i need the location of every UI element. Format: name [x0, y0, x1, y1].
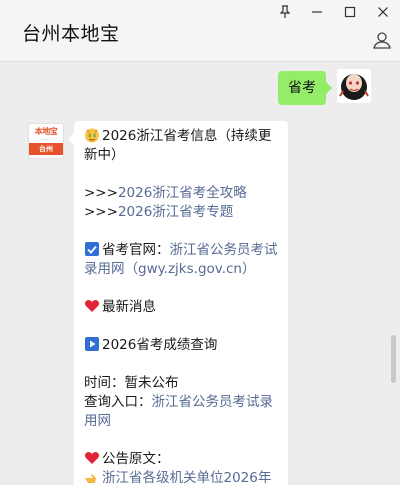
play-button-icon: [85, 337, 99, 351]
notice-link[interactable]: 浙江省各级机关单位2026年: [102, 470, 271, 485]
link-line-2: >>>2026浙江省考专题: [84, 203, 278, 222]
title-bar: 台州本地宝: [0, 0, 400, 62]
notice-line: 公告原文：: [84, 450, 278, 469]
my-message-text: 省考: [288, 80, 316, 96]
close-button[interactable]: [369, 2, 397, 22]
chat-area: 省考 本地宝 ····· 台州 $ $ 2026浙江省考信息（持续更新中） >>…: [0, 63, 400, 485]
official-label: 省考官网：: [102, 242, 170, 258]
entry-label: 查询入口：: [84, 394, 152, 410]
bot-avatar-logo: 本地宝: [34, 127, 58, 136]
heart-icon: [84, 299, 100, 312]
check-box-icon: [85, 242, 99, 256]
bot-message-bubble: $ $ 2026浙江省考信息（持续更新中） >>>2026浙江省考全攻略 >>>…: [68, 121, 288, 485]
time-line: 时间：暂未公布: [84, 375, 179, 391]
notice-link-line: 浙江省各级机关单位2026年: [84, 469, 278, 485]
link-prefix: >>>: [84, 204, 118, 220]
svg-text:$: $: [93, 133, 96, 139]
guide-link[interactable]: 2026浙江省考全攻略: [118, 185, 247, 201]
link-prefix: >>>: [84, 185, 118, 201]
maximize-icon: [344, 6, 356, 18]
notice-label: 公告原文：: [102, 451, 170, 467]
bot-avatar[interactable]: 本地宝 ····· 台州: [28, 123, 64, 159]
close-icon: [378, 7, 388, 17]
pin-icon: [279, 5, 291, 18]
minimize-icon: [312, 11, 322, 13]
heading-line: $ $ 2026浙江省考信息（持续更新中）: [84, 127, 278, 165]
pointing-hand-icon: [85, 474, 96, 483]
svg-text:$: $: [88, 133, 91, 139]
maximize-button[interactable]: [336, 2, 364, 22]
pin-button[interactable]: [271, 2, 299, 22]
profile-icon[interactable]: [372, 30, 392, 50]
official-site-line: 省考官网：浙江省公务员考试录用网（gwy.zjks.gov.cn）: [84, 241, 278, 279]
avatar-image: [337, 69, 371, 103]
heading-text: 2026浙江省考信息（持续更新中）: [84, 128, 272, 163]
my-avatar[interactable]: [337, 69, 371, 103]
minimize-button[interactable]: [303, 2, 331, 22]
latest-news-text: 最新消息: [102, 299, 156, 315]
bot-avatar-subtext: ·····: [42, 137, 50, 142]
heart-icon: [84, 451, 100, 464]
score-query-line: 2026省考成绩查询: [84, 336, 278, 355]
entry-line: 查询入口：浙江省公务员考试录用网: [84, 393, 278, 431]
money-face-emoji-icon: $ $: [85, 128, 99, 143]
chat-scrollbar[interactable]: [391, 335, 396, 383]
bot-avatar-city: 台州: [29, 143, 63, 155]
window-title: 台州本地宝: [22, 23, 120, 45]
my-message-bubble[interactable]: 省考: [278, 71, 332, 105]
link-line-1: >>>2026浙江省考全攻略: [84, 184, 278, 203]
score-query-text: 2026省考成绩查询: [102, 337, 218, 353]
topic-link[interactable]: 2026浙江省考专题: [118, 204, 233, 220]
latest-news-line: 最新消息: [84, 298, 278, 317]
